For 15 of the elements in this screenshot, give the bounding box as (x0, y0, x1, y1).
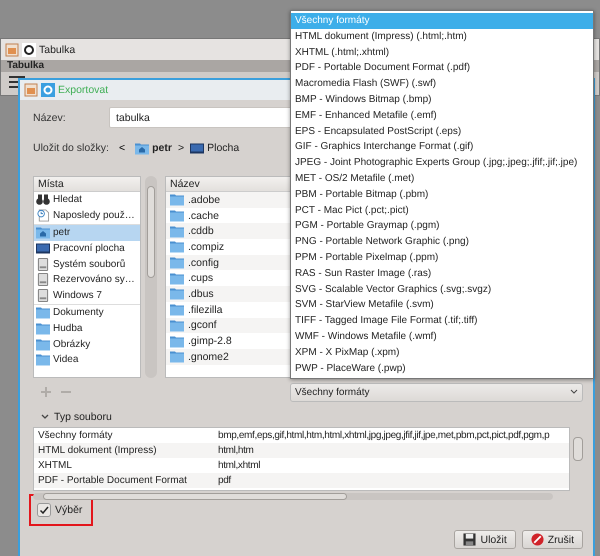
table-cell-text: XHTML (37, 460, 73, 471)
path-separator: > (178, 142, 184, 154)
table-cell: html,htm (218, 445, 254, 456)
dialog-title: Exportovat (58, 84, 108, 96)
table-cell-text: Všechny formáty (37, 430, 114, 441)
table-cell: html,xhtml (218, 460, 260, 471)
checkbox-label: Výběr (55, 504, 82, 516)
menu-title: Tabulka (7, 60, 44, 71)
name-label: Název: (33, 112, 67, 124)
table-cell-text: PDF - Portable Document Format (37, 475, 188, 486)
table-cell: bmp,emf,eps,gif,html,htm,html,xhtml,jpg,jpeg,jfif,jif,jpe,met,pbm,pct,pict,pdf,pgm,p (218, 430, 550, 441)
table-cell: pdf (218, 475, 231, 486)
window-title: Tabulka (39, 44, 76, 56)
folder-label: Uložit do složky: (33, 142, 109, 154)
table-cell-text: HTML dokument (Impress) (37, 445, 158, 456)
